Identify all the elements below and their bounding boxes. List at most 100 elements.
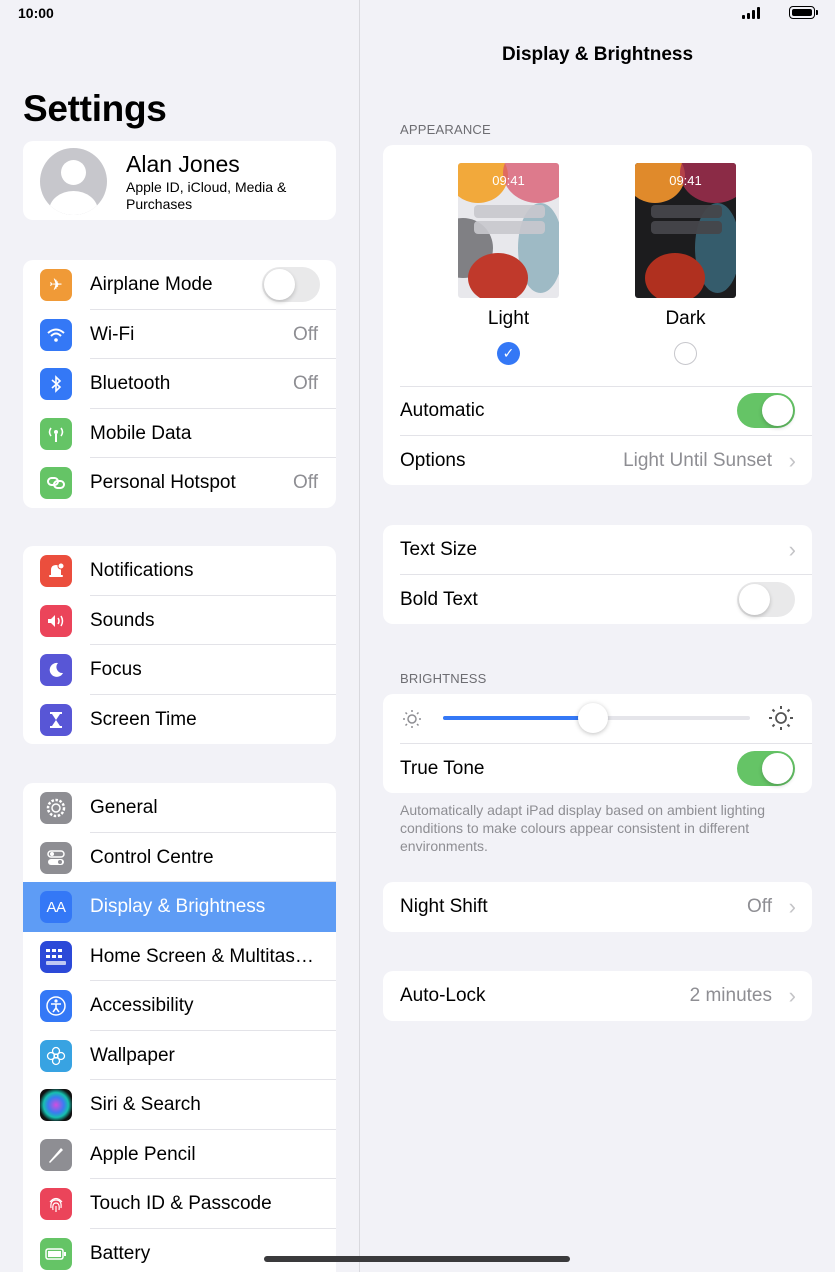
auto-lock-row[interactable]: Auto-Lock 2 minutes › <box>383 971 812 1021</box>
dark-radio[interactable] <box>674 342 697 365</box>
sun-large-icon <box>767 704 795 737</box>
auto-lock-label: Auto-Lock <box>400 985 486 1006</box>
options-label: Options <box>400 450 466 471</box>
sidebar-item-apple-pencil[interactable]: Apple Pencil <box>23 1130 336 1179</box>
sidebar-item-wifi[interactable]: Wi-Fi Off <box>23 310 336 359</box>
sidebar-item-siri-search[interactable]: Siri & Search <box>23 1080 336 1130</box>
automatic-toggle[interactable] <box>737 393 795 428</box>
night-shift-value: Off <box>747 896 772 917</box>
options-value: Light Until Sunset <box>623 450 772 471</box>
auto-lock-card: Auto-Lock 2 minutes › <box>383 971 812 1021</box>
sidebar-item-label: Touch ID & Passcode <box>90 1193 272 1214</box>
bold-text-row: Bold Text <box>383 575 812 625</box>
profile-name: Alan Jones <box>126 151 240 177</box>
night-shift-label: Night Shift <box>400 896 488 917</box>
hotspot-status: Off <box>293 472 318 493</box>
text-size-row[interactable]: Text Size › <box>383 525 812 575</box>
options-row[interactable]: Options Light Until Sunset › <box>383 436 812 485</box>
apple-id-profile-card[interactable]: Alan Jones Apple ID, iCloud, Media & Pur… <box>23 141 336 220</box>
flower-icon <box>40 1039 72 1072</box>
antenna-icon <box>40 417 72 450</box>
avatar <box>40 148 107 215</box>
bluetooth-status: Off <box>293 373 318 394</box>
automatic-row: Automatic <box>383 386 812 436</box>
fingerprint-icon <box>40 1188 72 1220</box>
sidebar-item-label: Mobile Data <box>90 422 192 444</box>
preview-time: 09:41 <box>492 173 525 188</box>
true-tone-toggle[interactable] <box>737 750 795 786</box>
split-divider <box>359 0 360 1272</box>
page-title: Display & Brightness <box>501 44 694 65</box>
text-size-label: Text Size <box>400 539 478 560</box>
sidebar-item-bluetooth[interactable]: Bluetooth Off <box>23 359 336 409</box>
airplane-mode-toggle[interactable] <box>262 267 320 302</box>
pencil-icon <box>40 1138 72 1171</box>
sidebar-item-display-brightness[interactable]: AA Display & Brightness <box>23 882 336 932</box>
brightness-slider-row <box>383 694 812 744</box>
sidebar-item-screen-time[interactable]: Screen Time <box>23 695 336 745</box>
chevron-right-icon: › <box>788 537 796 562</box>
light-radio-checked[interactable]: ✓ <box>497 342 520 365</box>
sidebar-title: Settings <box>23 88 167 129</box>
hotspot-icon <box>40 467 72 499</box>
sidebar-item-personal-hotspot[interactable]: Personal Hotspot Off <box>23 458 336 508</box>
night-shift-card: Night Shift Off › <box>383 882 812 932</box>
light-label: Light <box>487 308 530 329</box>
sidebar-item-notifications[interactable]: Notifications <box>23 546 336 596</box>
bold-text-toggle[interactable] <box>737 581 795 617</box>
sidebar-item-sounds[interactable]: Sounds <box>23 596 336 645</box>
general-group: General Control Centre AA Display & Brig… <box>23 783 336 1272</box>
sidebar-item-accessibility[interactable]: Accessibility <box>23 981 336 1031</box>
true-tone-footnote: Automatically adapt iPad display based o… <box>400 802 766 854</box>
sidebar-item-label: Home Screen & Multitas… <box>90 945 314 967</box>
sidebar-item-label: Sounds <box>90 609 155 631</box>
wifi-status: Off <box>293 323 318 345</box>
sidebar-item-label: Control Centre <box>90 846 214 868</box>
preview-time: 09:41 <box>669 173 702 188</box>
notifications-group: Notifications Sounds Focus Screen Time <box>23 546 336 744</box>
sidebar-item-label: Display & Brightness <box>90 896 266 917</box>
sidebar-item-home-screen[interactable]: Home Screen & Multitas… <box>23 932 336 981</box>
sidebar-item-label: Wallpaper <box>90 1044 175 1066</box>
sidebar-item-label: Battery <box>90 1242 151 1264</box>
connectivity-group: ✈ Airplane Mode Wi-Fi Off Bluetooth Off … <box>23 260 336 508</box>
battery-icon <box>40 1237 72 1270</box>
true-tone-label: True Tone <box>400 757 485 779</box>
sidebar-item-focus[interactable]: Focus <box>23 645 336 695</box>
dark-label: Dark <box>665 308 706 329</box>
bell-icon <box>40 555 72 587</box>
brightness-section-header: BRIGHTNESS <box>400 671 487 686</box>
sidebar-item-label: Apple Pencil <box>90 1143 196 1165</box>
auto-lock-value: 2 minutes <box>689 985 772 1006</box>
sidebar-item-touch-id[interactable]: Touch ID & Passcode <box>23 1179 336 1229</box>
sun-small-icon <box>400 707 424 736</box>
sidebar-item-label: Airplane Mode <box>90 274 213 295</box>
wifi-icon <box>40 318 72 351</box>
dark-appearance-preview[interactable]: 09:41 <box>635 163 736 298</box>
battery-status-icon <box>789 6 818 19</box>
sidebar-item-control-centre[interactable]: Control Centre <box>23 833 336 882</box>
sidebar-item-airplane-mode[interactable]: ✈ Airplane Mode <box>23 260 336 310</box>
airplane-icon: ✈ <box>40 269 72 301</box>
brightness-slider-thumb[interactable] <box>578 703 609 733</box>
sidebar-item-mobile-data[interactable]: Mobile Data <box>23 409 336 458</box>
home-grid-icon <box>40 940 72 973</box>
siri-icon <box>40 1089 72 1121</box>
sidebar-item-general[interactable]: General <box>23 783 336 833</box>
sidebar-item-battery[interactable]: Battery <box>23 1229 336 1272</box>
sidebar-item-label: Screen Time <box>90 708 197 730</box>
moon-icon <box>40 654 72 686</box>
brightness-slider[interactable] <box>443 703 750 733</box>
text-size-icon: AA <box>40 891 72 923</box>
chevron-right-icon: › <box>788 448 796 473</box>
true-tone-row: True Tone <box>383 744 812 794</box>
hourglass-icon <box>40 703 72 736</box>
sidebar-item-wallpaper[interactable]: Wallpaper <box>23 1031 336 1080</box>
home-indicator[interactable] <box>264 1256 570 1262</box>
profile-subtitle: Apple ID, iCloud, Media & Purchases <box>126 179 287 212</box>
appearance-card: 09:41 09:41 Light Dark ✓ Automatic Optio… <box>383 145 812 485</box>
status-time: 10:00 <box>18 5 54 21</box>
sidebar-item-label: Notifications <box>90 560 194 581</box>
night-shift-row[interactable]: Night Shift Off › <box>383 882 812 932</box>
light-appearance-preview[interactable]: 09:41 <box>458 163 559 298</box>
